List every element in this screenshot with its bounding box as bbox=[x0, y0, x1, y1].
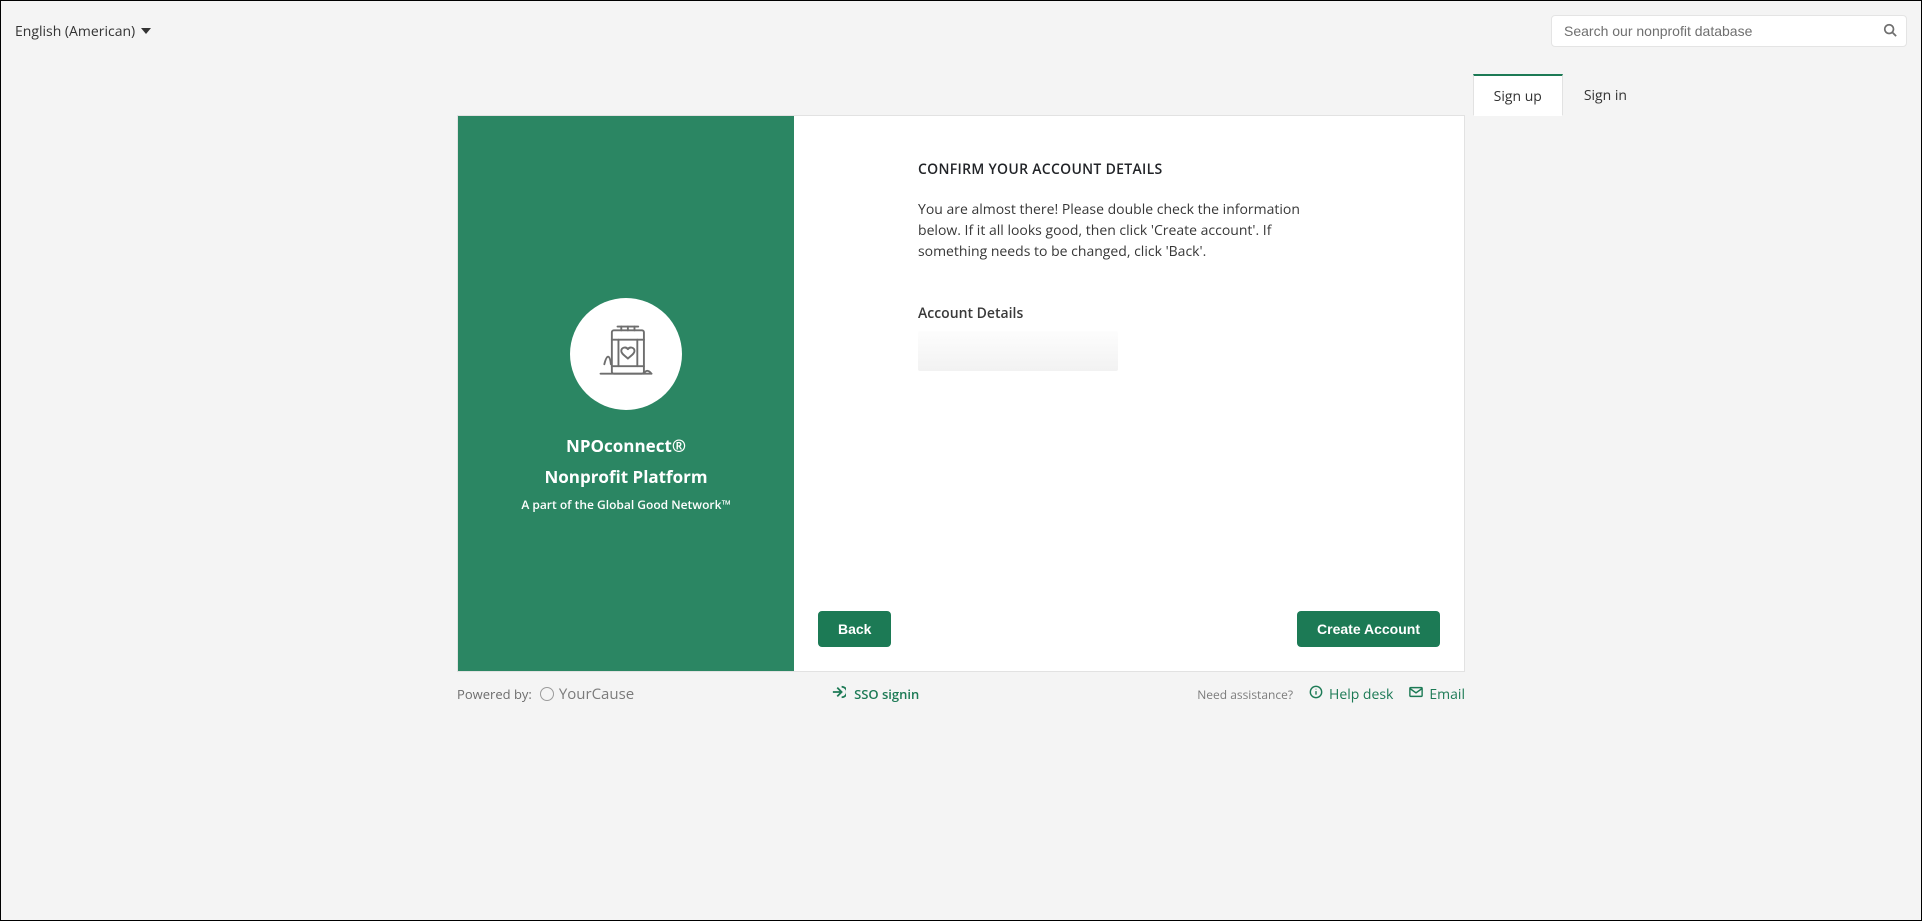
signin-arrow-icon bbox=[832, 685, 846, 703]
envelope-icon bbox=[1409, 685, 1423, 704]
back-button[interactable]: Back bbox=[818, 611, 891, 647]
sso-signin-link[interactable]: SSO signin bbox=[832, 685, 919, 703]
yourcause-name: YourCause bbox=[559, 684, 634, 704]
page-heading: CONFIRM YOUR ACCOUNT DETAILS bbox=[918, 160, 1340, 179]
footer: Powered by: YourCause SSO signin Need as… bbox=[457, 684, 1465, 704]
yourcause-logo: YourCause bbox=[540, 684, 634, 704]
account-details-placeholder bbox=[918, 331, 1118, 371]
search-container bbox=[1551, 15, 1907, 47]
tab-signup[interactable]: Sign up bbox=[1473, 74, 1563, 116]
email-link[interactable]: Email bbox=[1409, 685, 1465, 704]
email-label: Email bbox=[1429, 685, 1465, 704]
brand-logo bbox=[570, 298, 682, 410]
create-account-button[interactable]: Create Account bbox=[1297, 611, 1440, 647]
tab-signin[interactable]: Sign in bbox=[1563, 74, 1648, 116]
chevron-down-icon bbox=[141, 22, 151, 41]
brand-panel: NPOconnect® Nonprofit Platform A part of… bbox=[458, 116, 794, 671]
sso-label: SSO signin bbox=[854, 685, 919, 703]
powered-by-label: Powered by: bbox=[457, 685, 532, 703]
search-input[interactable] bbox=[1551, 15, 1907, 47]
yourcause-circle-icon bbox=[540, 687, 554, 701]
info-icon bbox=[1309, 685, 1323, 704]
instructions-text: You are almost there! Please double chec… bbox=[918, 199, 1338, 262]
brand-tagline: A part of the Global Good Network™ bbox=[521, 496, 730, 513]
brand-title: NPOconnect® bbox=[566, 434, 686, 457]
help-desk-label: Help desk bbox=[1329, 685, 1393, 704]
signup-card: NPOconnect® Nonprofit Platform A part of… bbox=[457, 115, 1465, 672]
building-heart-icon bbox=[593, 319, 659, 390]
brand-subtitle: Nonprofit Platform bbox=[544, 465, 707, 488]
language-selector[interactable]: English (American) bbox=[15, 22, 151, 41]
form-panel: CONFIRM YOUR ACCOUNT DETAILS You are alm… bbox=[794, 116, 1464, 671]
auth-tabs: Sign up Sign in bbox=[1, 73, 1921, 115]
need-assistance-label: Need assistance? bbox=[1197, 686, 1293, 703]
help-desk-link[interactable]: Help desk bbox=[1309, 685, 1393, 704]
language-label: English (American) bbox=[15, 22, 135, 41]
account-details-label: Account Details bbox=[918, 304, 1340, 323]
